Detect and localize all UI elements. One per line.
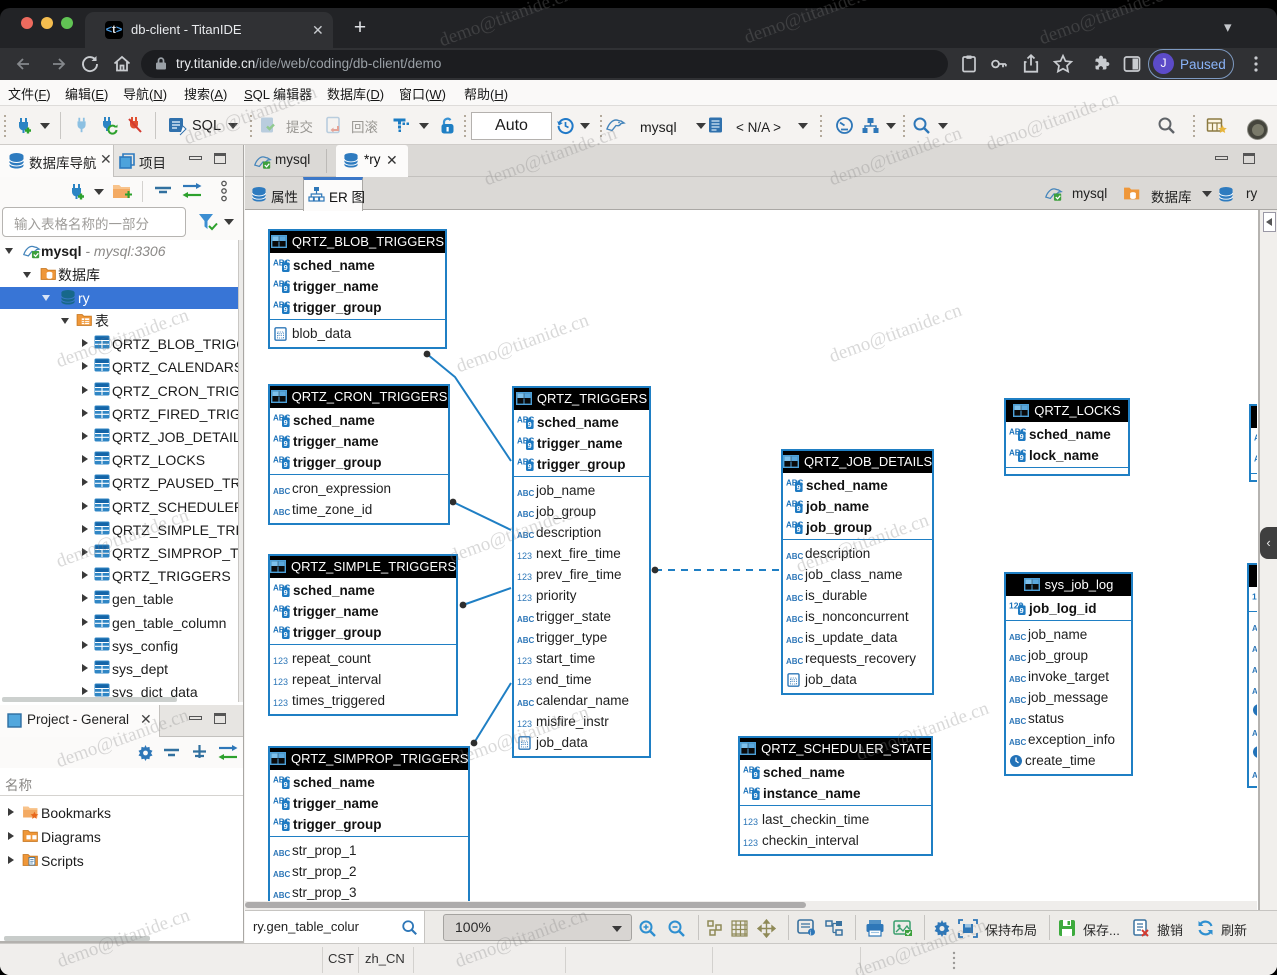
svg-text:ABC: ABC [1009,654,1026,663]
svg-text:ABC: ABC [1254,434,1257,443]
svg-text:9: 9 [754,791,758,800]
svg-text:ABC: ABC [786,657,803,666]
svg-text:ABC: ABC [1252,666,1257,675]
svg-text:9: 9 [284,588,288,597]
svg-text:123: 123 [273,677,288,687]
svg-text:123: 123 [517,677,532,687]
svg-text:ABC: ABC [273,870,290,879]
svg-text:9: 9 [284,284,288,293]
svg-text:9: 9 [1020,453,1024,462]
svg-text:ABC: ABC [1009,696,1026,705]
svg-text:9: 9 [797,504,801,513]
svg-text:9: 9 [284,801,288,810]
svg-text:ABC: ABC [786,636,803,645]
svg-text:ABC: ABC [273,487,290,496]
svg-text:9: 9 [1020,432,1024,441]
svg-text:ABC: ABC [1252,729,1257,738]
svg-text:ABC: ABC [273,508,290,517]
svg-text:ABC: ABC [273,849,290,858]
svg-text:ABC: ABC [517,699,534,708]
svg-text:ABC: ABC [273,891,290,900]
svg-text:9: 9 [284,780,288,789]
svg-text:ABC: ABC [517,636,534,645]
svg-text:9: 9 [284,822,288,831]
svg-text:ABC: ABC [1009,675,1026,684]
svg-text:123: 123 [743,838,758,848]
svg-text:ABC: ABC [517,615,534,624]
svg-text:ABC: ABC [517,489,534,498]
svg-text:9: 9 [528,420,532,429]
svg-text:9: 9 [284,630,288,639]
svg-text:123: 123 [517,572,532,582]
svg-text:ABC: ABC [1252,771,1257,780]
svg-text:9: 9 [528,462,532,471]
svg-text:123: 123 [517,656,532,666]
svg-text:9: 9 [797,483,801,492]
svg-text:ABC: ABC [1252,624,1257,633]
svg-text:i: i [810,930,811,937]
svg-text:ABC: ABC [1252,645,1257,654]
svg-text:ABC: ABC [786,615,803,624]
svg-text:9: 9 [284,439,288,448]
svg-text:123: 123 [517,593,532,603]
svg-text:ABC: ABC [1009,633,1026,642]
svg-text:123: 123 [273,656,288,666]
svg-text:9: 9 [1020,606,1024,615]
svg-text:9: 9 [528,441,532,450]
svg-text:123: 123 [1252,592,1257,602]
svg-text:123: 123 [273,698,288,708]
svg-text:123: 123 [517,551,532,561]
svg-text:9: 9 [797,525,801,534]
svg-text:9: 9 [754,770,758,779]
svg-text:123: 123 [743,817,758,827]
svg-text:ABC: ABC [1252,687,1257,696]
svg-text:9: 9 [284,305,288,314]
svg-text:9: 9 [284,418,288,427]
svg-text:ABC: ABC [786,594,803,603]
svg-text:9: 9 [284,263,288,272]
svg-text:9: 9 [284,460,288,469]
svg-text:9: 9 [284,609,288,618]
svg-text:ABC: ABC [1009,738,1026,747]
svg-text:ABC: ABC [1009,717,1026,726]
svg-text:ABC: ABC [1254,455,1257,464]
